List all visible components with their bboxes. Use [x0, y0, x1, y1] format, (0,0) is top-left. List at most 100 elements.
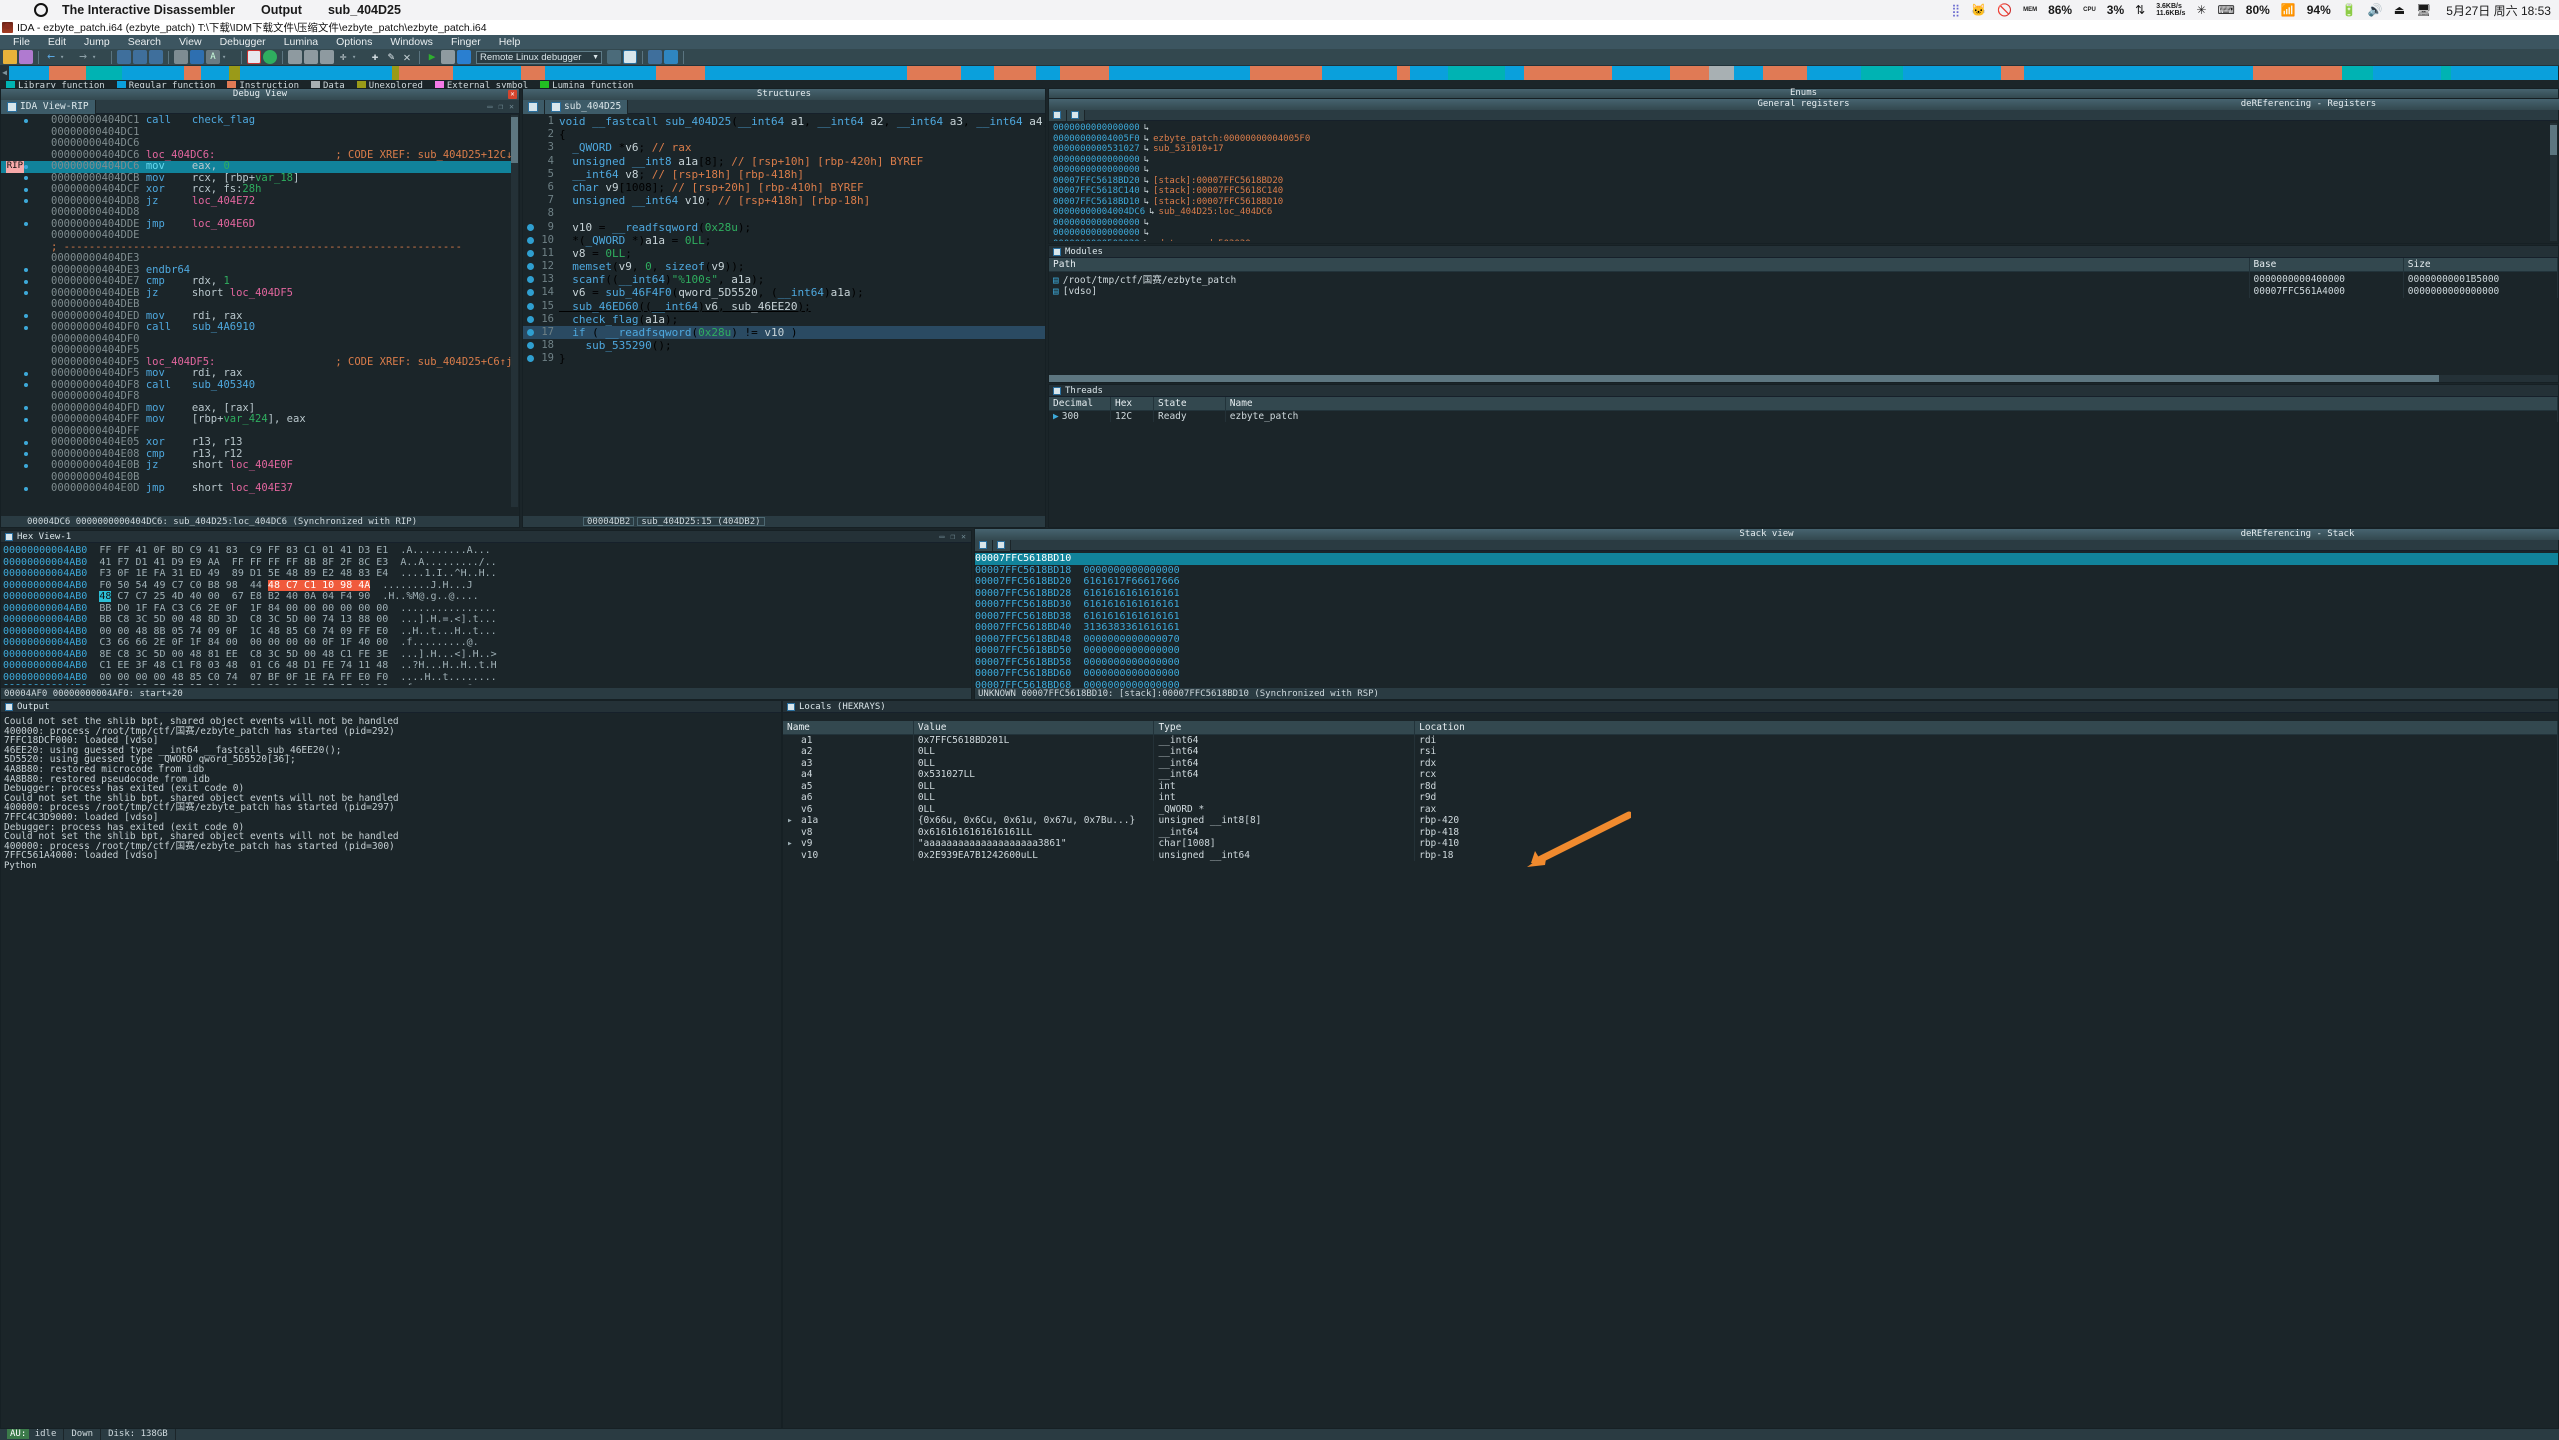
table-row[interactable]: ▤ [vdso] 00007FFC561A4000 0000000000000000: [1049, 286, 2559, 298]
breakpoint-dot-icon[interactable]: [24, 452, 28, 457]
line-gutter[interactable]: [1, 383, 31, 388]
locals-cell-name[interactable]: v8: [783, 826, 914, 838]
pseudocode-breakpoint[interactable]: [523, 247, 537, 260]
menu-options[interactable]: Options: [327, 36, 381, 48]
breakpoint-dot-icon[interactable]: [24, 440, 28, 445]
os-menu-output[interactable]: Output: [261, 3, 302, 17]
open-file-icon[interactable]: [3, 50, 17, 64]
hex-line[interactable]: 00000000004AB0 C3 66 66 2E 0F 1F 84 00 0…: [3, 683, 965, 685]
locals-cell-name[interactable]: ▸ a1a: [783, 815, 914, 827]
keyboard-icon[interactable]: ⌨: [2217, 4, 2234, 16]
pseudocode-line[interactable]: 2{: [523, 128, 1045, 141]
table-row[interactable]: v8 0x6161616161616161LL __int64 rbp-418: [783, 826, 2558, 838]
table-row[interactable]: v10 0x2E939EA7B1242600uLL unsigned __int64…: [783, 849, 2558, 861]
pseudocode-line[interactable]: 5 __int64 v8; // [rsp+18h] [rbp-418h]: [523, 168, 1045, 181]
close-icon[interactable]: ✕: [508, 90, 517, 99]
hex-line[interactable]: 00000000004AB0 FF FF 41 0F BD C9 41 83 C…: [3, 545, 965, 557]
pause-icon[interactable]: [441, 50, 455, 64]
register-row[interactable]: 00007FFC5618BD20 ↳ [stack]:00007FFC5618BD2…: [1053, 176, 2053, 187]
pseudocode-line[interactable]: 18 sub_535290();: [523, 339, 1045, 352]
pseudocode-listing[interactable]: 1 void __fastcall sub_404D25(__int64 a1, …: [523, 115, 1045, 507]
blocked-icon[interactable]: 🚫: [1997, 4, 2012, 16]
line-gutter[interactable]: [1, 486, 31, 491]
locals-cell-name[interactable]: a3: [783, 757, 914, 769]
breakpoint-dot-icon[interactable]: [24, 383, 28, 388]
line-gutter[interactable]: [1, 406, 31, 411]
breakpoint-dot-icon[interactable]: [24, 176, 28, 181]
locals-column-header[interactable]: Type: [1153, 721, 1416, 735]
tab-ida-view-rip[interactable]: IDA View-RIP: [1, 99, 96, 114]
threads-table[interactable]: Decimal Hex State Name ▶ 300 12C Ready ezbyte_p…: [1049, 397, 2559, 422]
hex-line[interactable]: 00000000004AB0 BB D0 1F FA C3 C6 2E 0F 1…: [3, 603, 965, 615]
breakpoint-dot-icon[interactable]: [24, 417, 28, 422]
locals-cell-name[interactable]: a5: [783, 780, 914, 792]
tab-sub-404d25[interactable]: sub_404D25: [545, 99, 629, 114]
disassembly-scrollbar[interactable]: [511, 115, 518, 507]
menu-jump[interactable]: Jump: [75, 36, 119, 48]
forward-dropdown-icon[interactable]: ▾: [92, 50, 106, 64]
stack-row[interactable]: 00007FFC5618BD50 0000000000000000: [975, 645, 2558, 657]
register-row[interactable]: 00007FFC5618BD10 ↳ [stack]:00007FFC5618BD1…: [1053, 197, 2053, 208]
pseudocode-breakpoint[interactable]: [523, 286, 537, 299]
hex-line[interactable]: 00000000004AB0 C3 66 66 2E 0F 1F 84 00 0…: [3, 637, 965, 649]
pseudocode-line[interactable]: 9 v10 = __readfsqword(0x28u);: [523, 221, 1045, 234]
modules-hscroll[interactable]: [1049, 375, 2558, 382]
pseudocode-breakpoint[interactable]: [523, 326, 537, 339]
eject-icon[interactable]: ⏏: [2394, 4, 2405, 16]
line-gutter[interactable]: [1, 325, 31, 330]
add-struct-icon[interactable]: [320, 50, 334, 64]
line-gutter[interactable]: [1, 440, 31, 445]
threads-column-header[interactable]: Decimal: [1049, 397, 1111, 411]
add-code-icon[interactable]: [304, 50, 318, 64]
menu-debugger[interactable]: Debugger: [211, 36, 275, 48]
bluetooth-icon[interactable]: ✳: [2196, 4, 2206, 16]
locals-cell-name[interactable]: v6: [783, 803, 914, 815]
breakpoint-dot-icon[interactable]: [24, 279, 28, 284]
pseudocode-line[interactable]: 19}: [523, 352, 1045, 365]
disassembly-listing[interactable]: 00000000404DC1 call check_flag 00000000404…: [1, 115, 513, 507]
debug-options-icon[interactable]: [607, 50, 621, 64]
modules-column-header[interactable]: Size: [2403, 258, 2559, 272]
menu-edit[interactable]: Edit: [39, 36, 75, 48]
pseudocode-line[interactable]: 8: [523, 207, 1045, 220]
add-breakpoint-icon[interactable]: [288, 50, 302, 64]
table-row[interactable]: a5 0LL int r8d: [783, 780, 2558, 792]
menu-windows[interactable]: Windows: [381, 36, 442, 48]
pseudocode-breakpoint[interactable]: [523, 260, 537, 273]
table-row[interactable]: ▸ v9 "aaaaaaaaaaaaaaaaaaaa3861" char[1008] r…: [783, 838, 2558, 850]
debugger-selector[interactable]: Remote Linux debugger ▼: [476, 50, 602, 64]
threads-column-header[interactable]: State: [1153, 397, 1226, 411]
maximize-icon[interactable]: ❐: [950, 532, 955, 541]
hex-line[interactable]: 00000000004AB0 8E C8 3C 5D 00 48 81 EE C…: [3, 649, 965, 661]
breakpoint-dot-icon[interactable]: [24, 486, 28, 491]
line-gutter[interactable]: [1, 463, 31, 468]
register-row[interactable]: 0000000000502020 ↳ .data:qword_502020: [1053, 239, 2053, 242]
locals-table[interactable]: Name Value Type Location a1 0x7FFC5618BD201L…: [783, 721, 2558, 861]
locals-cell-name[interactable]: a2: [783, 746, 914, 758]
output-prompt[interactable]: Python: [4, 861, 37, 871]
step-over-icon[interactable]: [648, 50, 662, 64]
breakpoint-dot-icon[interactable]: [24, 314, 28, 319]
stack-row[interactable]: 00007FFC5618BD60 0000000000000000: [975, 668, 2558, 680]
line-gutter[interactable]: [1, 199, 31, 204]
pseudocode-line[interactable]: 7 unsigned __int64 v10; // [rsp+418h] [r…: [523, 194, 1045, 207]
back-dropdown-icon[interactable]: ▾: [60, 50, 74, 64]
breakpoint-dot-icon[interactable]: [24, 187, 28, 192]
breakpoint-dot-icon[interactable]: [24, 371, 28, 376]
registers-view-toggle[interactable]: [1049, 109, 1067, 121]
table-row[interactable]: ▶ 300 12C Ready ezbyte_patch: [1049, 410, 2559, 422]
registers-list[interactable]: 0000000000000000 ↳ 00000000004005F0 ↳ ezbyte…: [1053, 123, 2053, 241]
hex-line[interactable]: 00000000004AB0 BB C8 3C 5D 00 48 8D 3D C…: [3, 614, 965, 626]
volume-icon[interactable]: 🔊: [2368, 4, 2383, 16]
threads-column-header[interactable]: Name: [1225, 397, 2559, 411]
hex-line[interactable]: 00000000004AB0 F3 0F 1E FA 31 ED 49 89 D…: [3, 568, 965, 580]
search-binary-icon[interactable]: [117, 50, 131, 64]
locals-column-header[interactable]: Value: [913, 721, 1155, 735]
pseudocode-breakpoint[interactable]: [523, 339, 537, 352]
table-row[interactable]: a6 0LL int r9d: [783, 792, 2558, 804]
hex-line[interactable]: 00000000004AB0 48 C7 C7 25 4D 40 00 67 E…: [3, 591, 965, 603]
line-gutter[interactable]: RIP: [1, 161, 31, 173]
cat-icon[interactable]: 🐱: [1971, 4, 1986, 16]
stack-row[interactable]: 00007FFC5618BD40 3136383361616161: [975, 622, 2558, 634]
breakpoint-dot-icon[interactable]: [24, 325, 28, 330]
